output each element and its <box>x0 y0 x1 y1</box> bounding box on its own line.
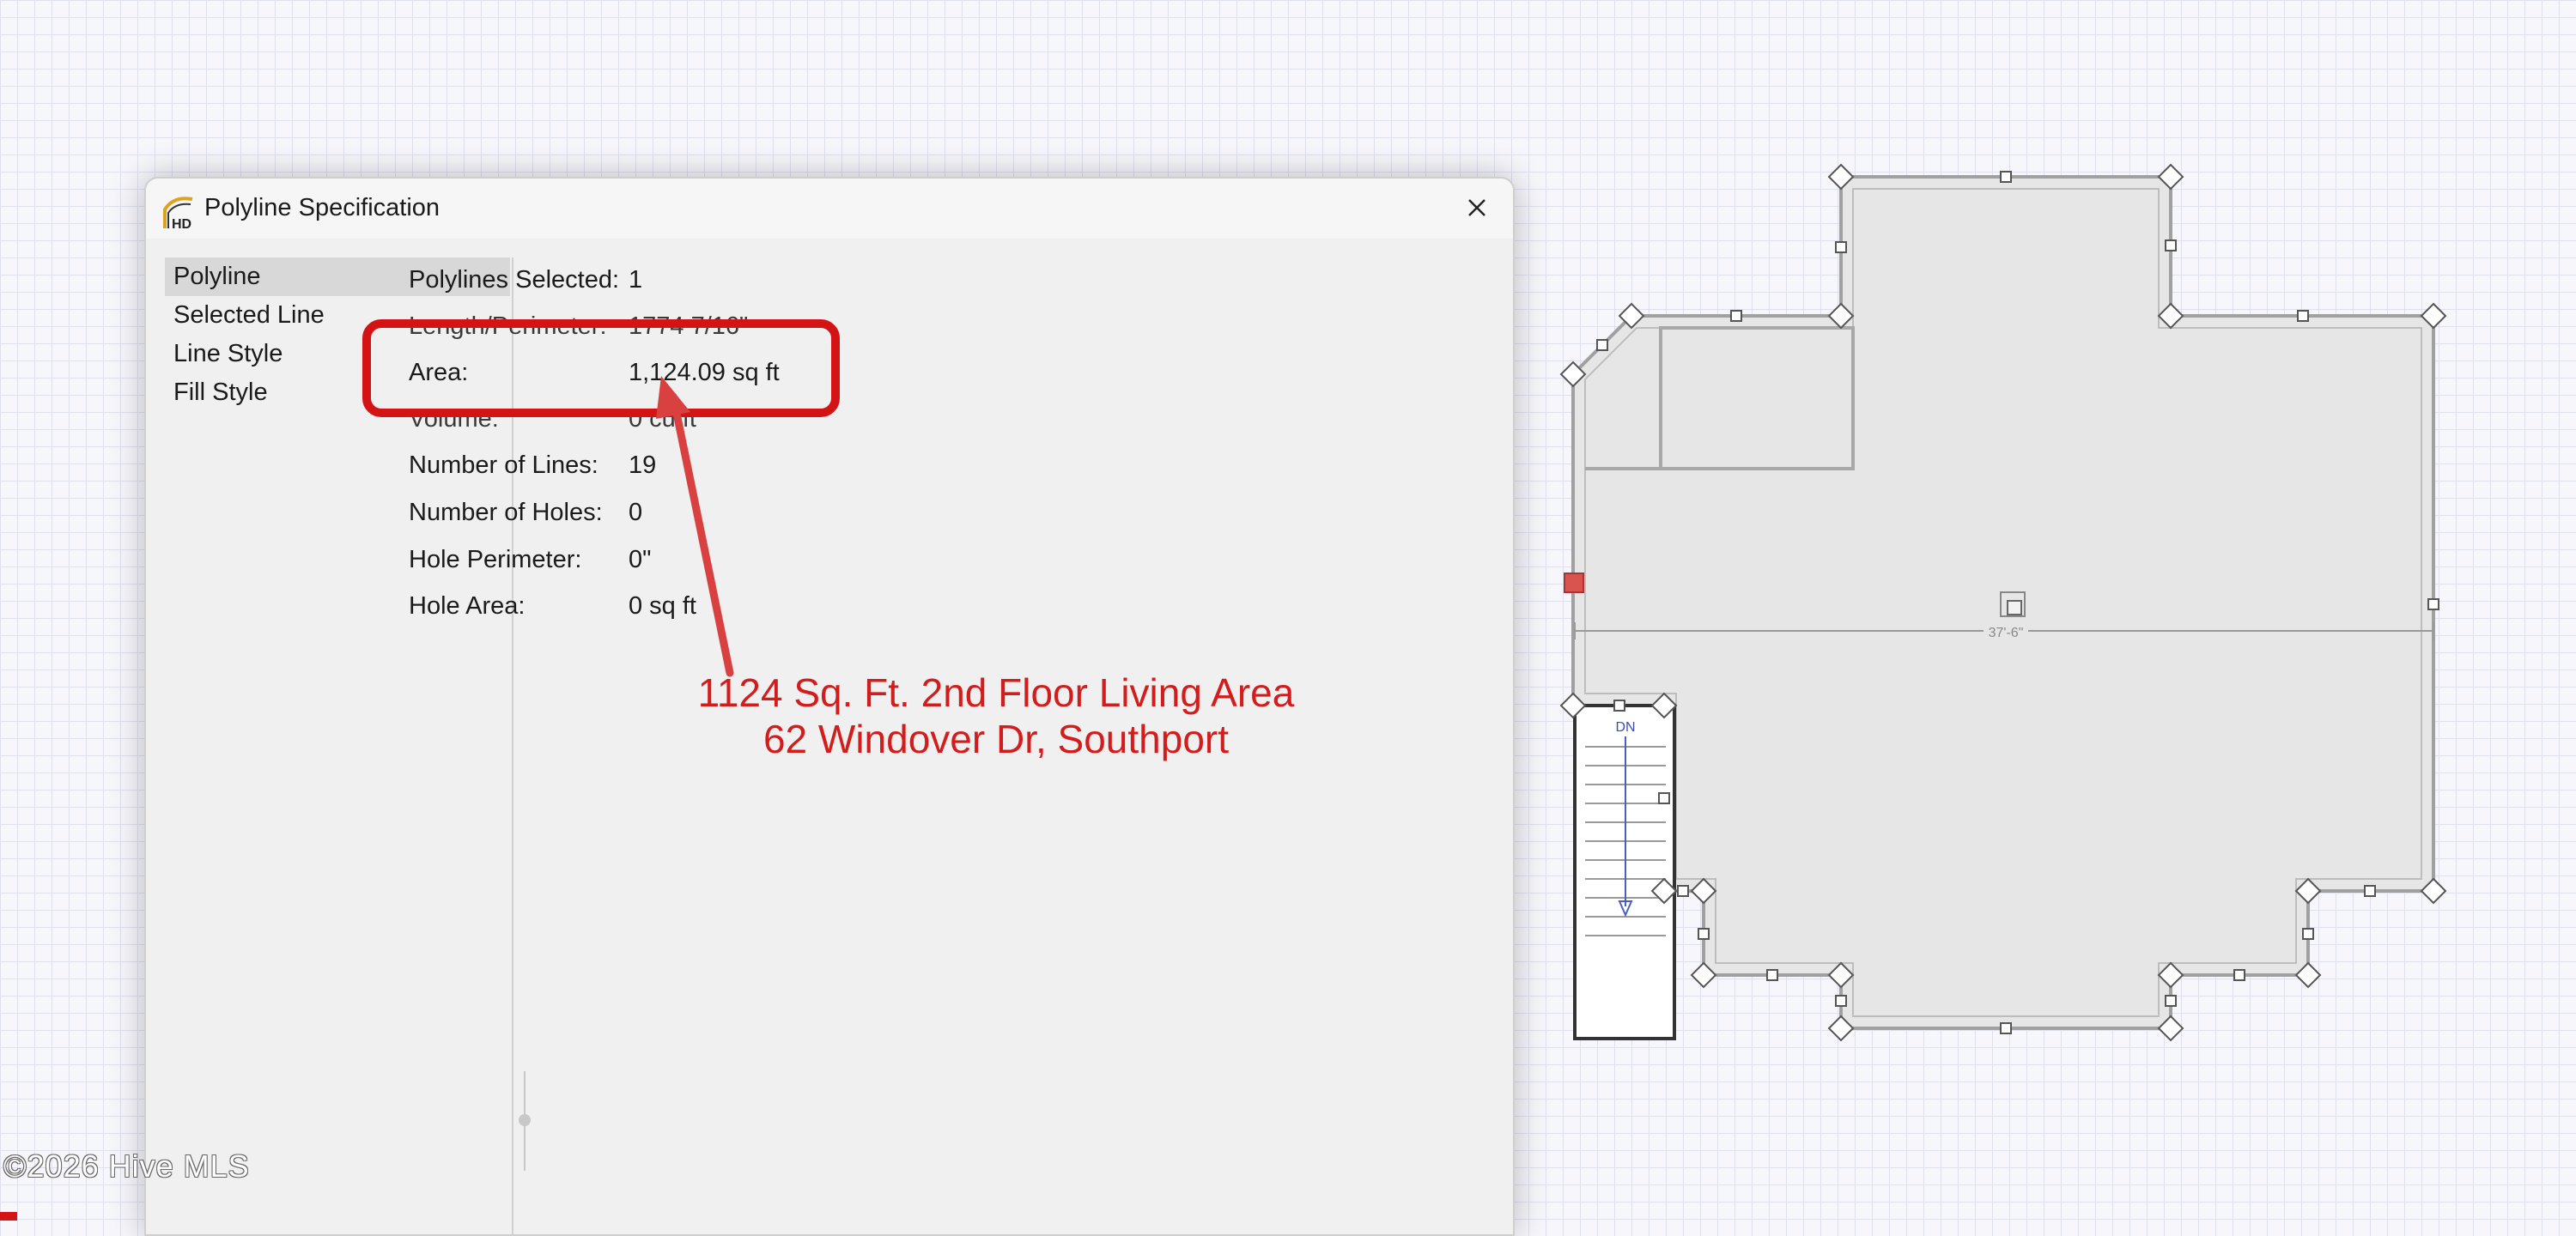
prop-hole-area: Hole Area: 0 sq ft <box>409 592 1182 627</box>
close-icon[interactable] <box>1456 187 1498 228</box>
area-highlight-box <box>362 319 840 417</box>
prop-number-of-lines: Number of Lines: 19 <box>409 451 1182 486</box>
dimension-label: 37'-6" <box>1989 626 2024 640</box>
dialog-titlebar[interactable]: HD Polyline Specification <box>146 179 1513 239</box>
copyright-watermark: ©2026 Hive MLS <box>3 1148 250 1184</box>
prop-label: Hole Perimeter: <box>409 546 582 573</box>
prop-label: Number of Lines: <box>409 451 598 479</box>
prop-value: 0" <box>629 546 652 573</box>
splitter-grip[interactable] <box>519 1114 531 1126</box>
home-designer-icon: HD <box>163 197 193 232</box>
prop-value: 19 <box>629 451 657 479</box>
annotation-line-1: 1124 Sq. Ft. 2nd Floor Living Area <box>697 670 1295 715</box>
prop-label: Number of Holes: <box>409 499 603 526</box>
prop-value: 0 sq ft <box>629 592 696 620</box>
annotation-text: 1124 Sq. Ft. 2nd Floor Living Area 62 Wi… <box>601 670 1391 762</box>
prop-label: Polylines Selected: <box>409 266 620 294</box>
prop-value: 1 <box>629 266 643 294</box>
prop-label: Hole Area: <box>409 592 526 620</box>
center-marker-inner <box>2007 600 2022 615</box>
prop-polylines-selected: Polylines Selected: 1 <box>409 266 1182 300</box>
prop-value: 0 <box>629 499 643 526</box>
annotation-line-2: 62 Windover Dr, Southport <box>762 717 1230 761</box>
prop-hole-perimeter: Hole Perimeter: 0" <box>409 546 1182 580</box>
dialog-title: Polyline Specification <box>204 194 440 221</box>
stair-label: DN <box>1615 720 1635 735</box>
svg-text:HD: HD <box>172 217 191 232</box>
prop-number-of-holes: Number of Holes: 0 <box>409 499 1182 533</box>
corner-mark <box>0 1212 17 1221</box>
selection-handle[interactable] <box>1564 573 1584 593</box>
